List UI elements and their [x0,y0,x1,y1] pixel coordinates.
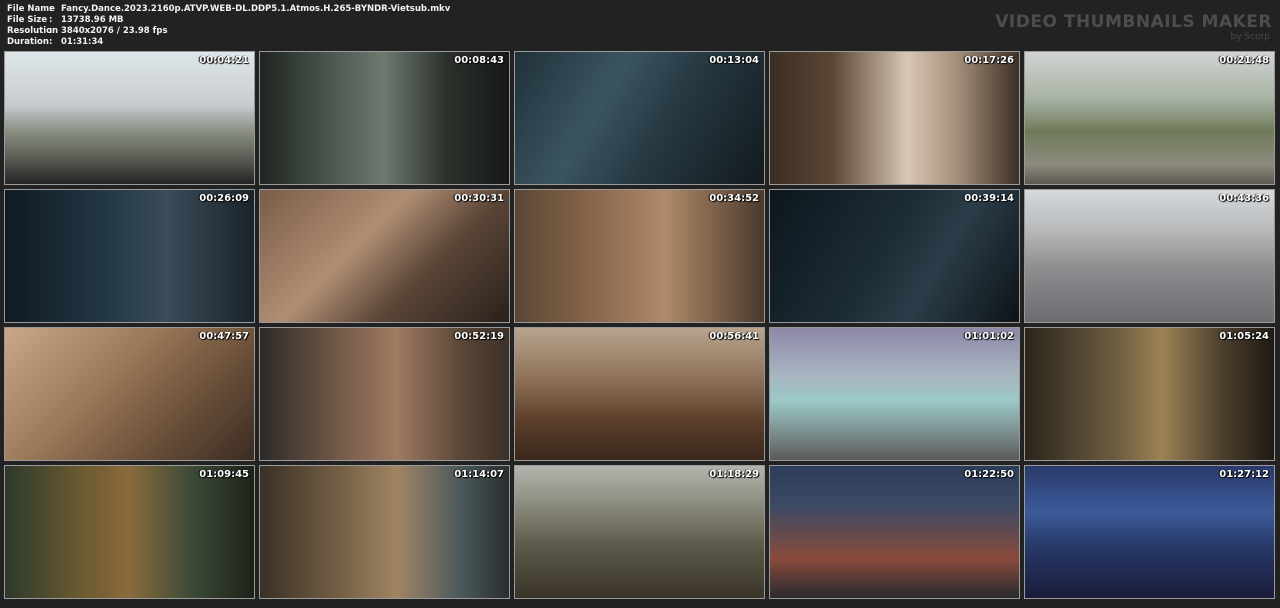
timestamp: 00:26:09 [199,193,249,204]
timestamp: 01:27:12 [1219,469,1269,480]
thumbnail-grid: 00:04:21 00:08:43 00:13:04 00:17:26 00:2… [4,51,1275,599]
thumbnail: 00:13:04 [514,51,765,185]
timestamp: 01:22:50 [964,469,1014,480]
thumbnail: 00:39:14 [769,189,1020,323]
info-separator: : [49,26,53,36]
info-value: 3840x2076 / 23.98 fps [61,26,168,36]
timestamp: 00:13:04 [709,55,759,66]
info-value: Fancy.Dance.2023.2160p.ATVP.WEB-DL.DDP5.… [61,4,451,14]
thumbnail: 00:21:48 [1024,51,1275,185]
timestamp: 00:43:36 [1219,193,1269,204]
thumbnail: 00:56:41 [514,327,765,461]
info-key: File Name [7,4,55,14]
info-separator: : [49,4,53,14]
watermark-title: VIDEO THUMBNAILS MAKER [995,12,1272,32]
info-row-file-name: File Name : Fancy.Dance.2023.2160p.ATVP.… [7,4,450,15]
timestamp: 01:01:02 [964,331,1014,342]
timestamp: 00:47:57 [199,331,249,342]
thumbnail: 00:08:43 [259,51,510,185]
timestamp: 00:04:21 [199,55,249,66]
thumbnail: 00:43:36 [1024,189,1275,323]
timestamp: 01:14:07 [454,469,504,480]
timestamp: 00:17:26 [964,55,1014,66]
timestamp: 00:39:14 [964,193,1014,204]
info-row-duration: Duration : 01:31:34 [7,37,450,48]
thumbnail: 00:47:57 [4,327,255,461]
file-info-panel: File Name : Fancy.Dance.2023.2160p.ATVP.… [7,4,450,48]
info-key: Duration [7,37,49,47]
timestamp: 01:18:29 [709,469,759,480]
info-row-file-size: File Size : 13738.96 MB [7,15,450,26]
timestamp: 00:56:41 [709,331,759,342]
thumbnail: 01:14:07 [259,465,510,599]
thumbnail: 01:05:24 [1024,327,1275,461]
thumbnail: 01:01:02 [769,327,1020,461]
timestamp: 00:34:52 [709,193,759,204]
watermark: VIDEO THUMBNAILS MAKER by Scorp [995,12,1272,42]
thumbnail: 01:18:29 [514,465,765,599]
timestamp: 00:52:19 [454,331,504,342]
info-value: 13738.96 MB [61,15,124,25]
thumbnail: 00:26:09 [4,189,255,323]
thumbnail: 01:27:12 [1024,465,1275,599]
timestamp: 00:30:31 [454,193,504,204]
thumbnail: 00:04:21 [4,51,255,185]
timestamp: 00:08:43 [454,55,504,66]
info-row-resolution: Resolution : 3840x2076 / 23.98 fps [7,26,450,37]
thumbnail: 01:22:50 [769,465,1020,599]
info-separator: : [49,15,53,25]
thumbnail: 00:30:31 [259,189,510,323]
timestamp: 01:09:45 [199,469,249,480]
info-value: 01:31:34 [61,37,104,47]
timestamp: 01:05:24 [1219,331,1269,342]
thumbnail: 00:52:19 [259,327,510,461]
info-separator: : [49,37,53,47]
thumbnail: 00:34:52 [514,189,765,323]
watermark-credit: by Scorp [1230,32,1270,42]
thumbnail: 00:17:26 [769,51,1020,185]
info-key: Resolution [7,26,59,36]
info-key: File Size [7,15,48,25]
timestamp: 00:21:48 [1219,55,1269,66]
thumbnail: 01:09:45 [4,465,255,599]
